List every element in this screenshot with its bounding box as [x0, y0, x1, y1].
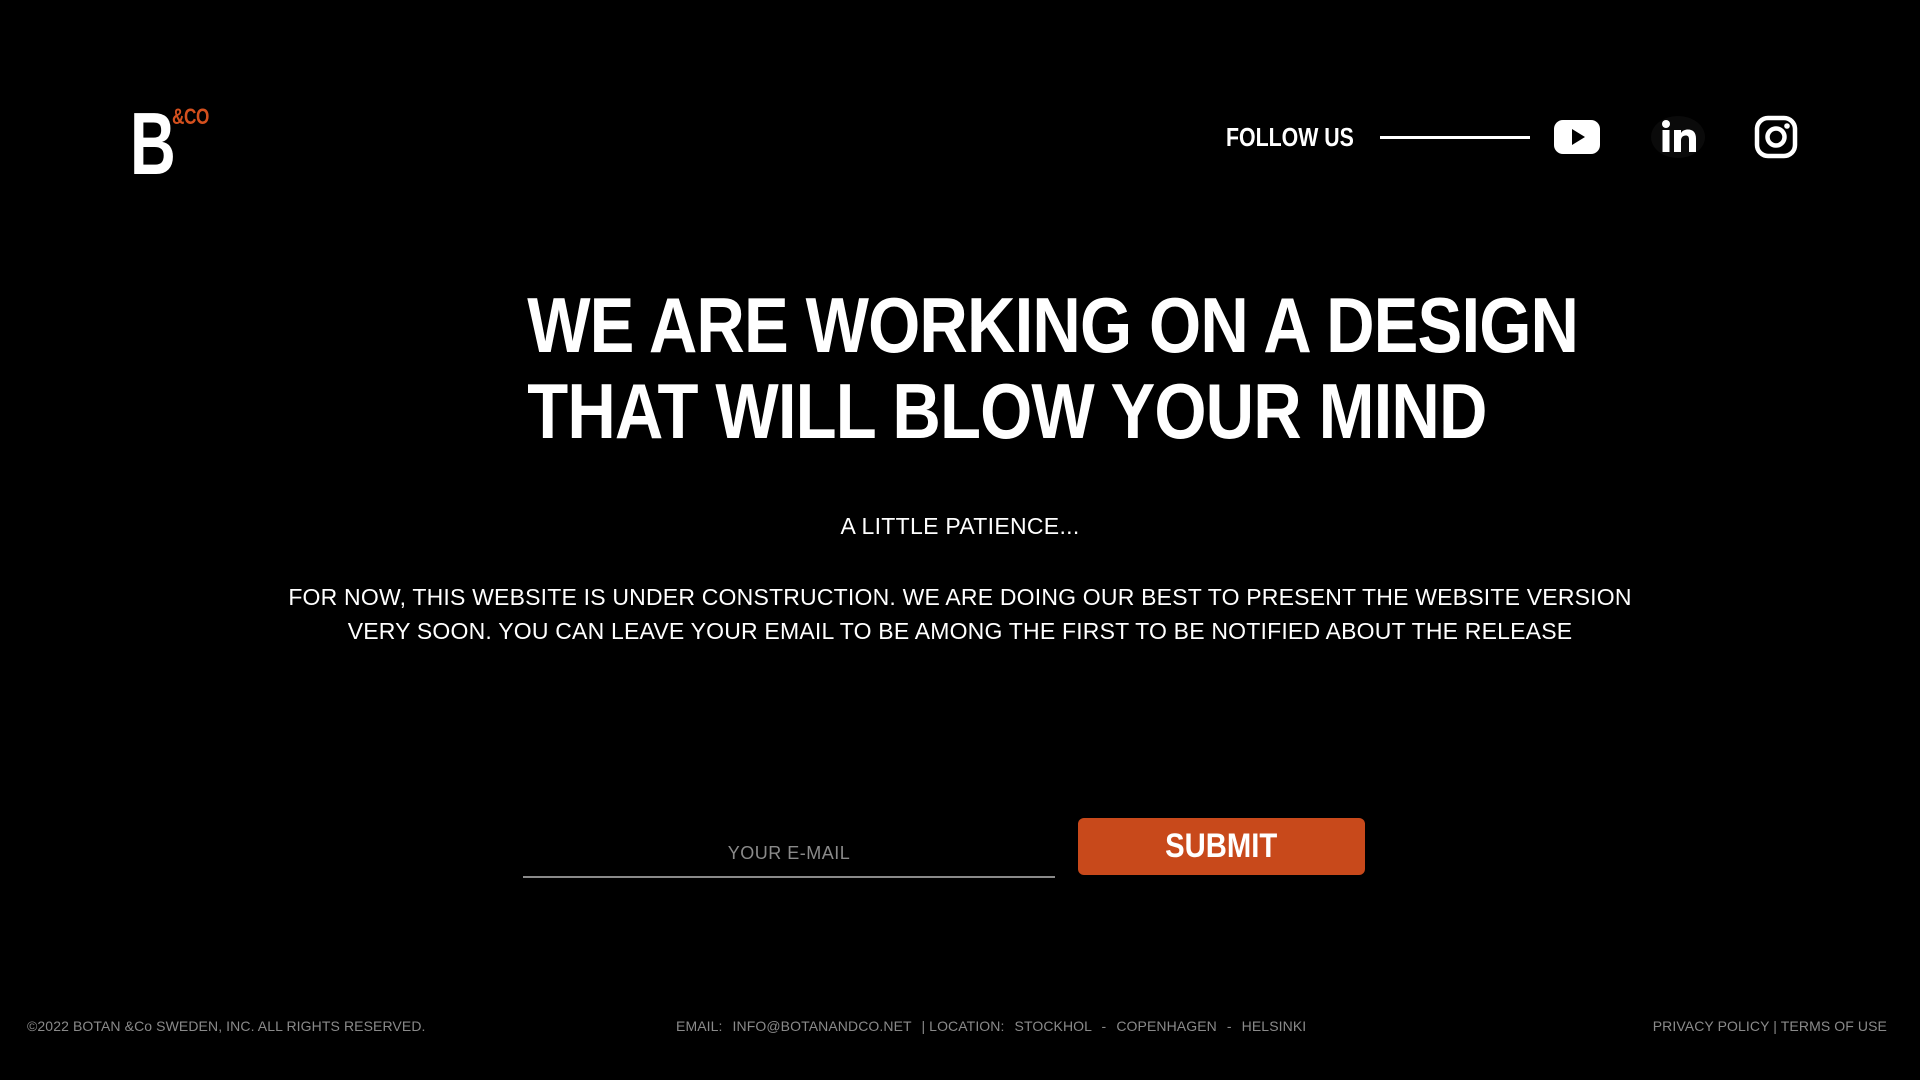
footer-location-separator: -: [1226, 1018, 1232, 1034]
footer-location-stockholm: STOCKHOL: [1014, 1018, 1092, 1034]
brand-logo[interactable]: B &CO: [130, 94, 220, 193]
footer-location-separator: -: [1101, 1018, 1107, 1034]
headline-line-1: WE ARE WORKING ON A DESIGN: [527, 281, 1579, 369]
logo-suffix: &CO: [172, 104, 209, 129]
follow-us-divider: [1380, 135, 1530, 139]
footer-copyright: ©2022 BOTAN &Co SWEDEN, INC. ALL RIGHTS …: [27, 1018, 426, 1034]
youtube-link[interactable]: [1552, 112, 1602, 162]
footer-links: PRIVACY POLICY | TERMS OF USE: [1653, 1018, 1887, 1034]
instagram-link[interactable]: [1752, 112, 1800, 162]
terms-of-use-link[interactable]: TERMS OF USE: [1781, 1018, 1887, 1034]
footer-location-helsinki: HELSINKI: [1241, 1018, 1307, 1034]
instagram-icon: [1754, 115, 1798, 159]
description-text: FOR NOW, THIS WEBSITE IS UNDER CONSTRUCT…: [288, 584, 1632, 644]
footer-location-copenhagen: COPENHAGEN: [1116, 1018, 1217, 1034]
footer-email-label: EMAIL:: [676, 1018, 723, 1034]
footer-contact: EMAIL: INFO@BOTANANDCO.NET | LOCATION: S…: [676, 1018, 1306, 1034]
headline-line-2: THAT WILL BLOW YOUR MIND: [527, 367, 1487, 455]
follow-us-label: FOLLOW US: [1226, 121, 1354, 152]
subtitle: A LITTLE PATIENCE...: [840, 513, 1080, 539]
page: B &CO FOLLOW US WE ARE WORKING ON A DESI…: [0, 0, 1920, 1080]
logo-letter: B: [130, 94, 176, 193]
linkedin-icon: [1651, 116, 1705, 158]
footer-location-label: | LOCATION:: [921, 1018, 1005, 1034]
email-input[interactable]: [523, 832, 1055, 874]
follow-us: FOLLOW US: [1226, 112, 1530, 162]
submit-button[interactable]: SUBMIT: [1078, 818, 1365, 875]
page-headline: WE ARE WORKING ON A DESIGN THAT WILL BLO…: [460, 281, 1579, 455]
footer-email-link[interactable]: INFO@BOTANANDCO.NET: [733, 1018, 912, 1034]
footer-links-separator: |: [1773, 1018, 1778, 1034]
linkedin-link[interactable]: [1648, 112, 1708, 162]
submit-button-label: SUBMIT: [1165, 827, 1278, 865]
privacy-policy-link[interactable]: PRIVACY POLICY: [1653, 1018, 1770, 1034]
email-field-wrapper: [523, 832, 1055, 878]
youtube-icon: [1554, 120, 1600, 154]
